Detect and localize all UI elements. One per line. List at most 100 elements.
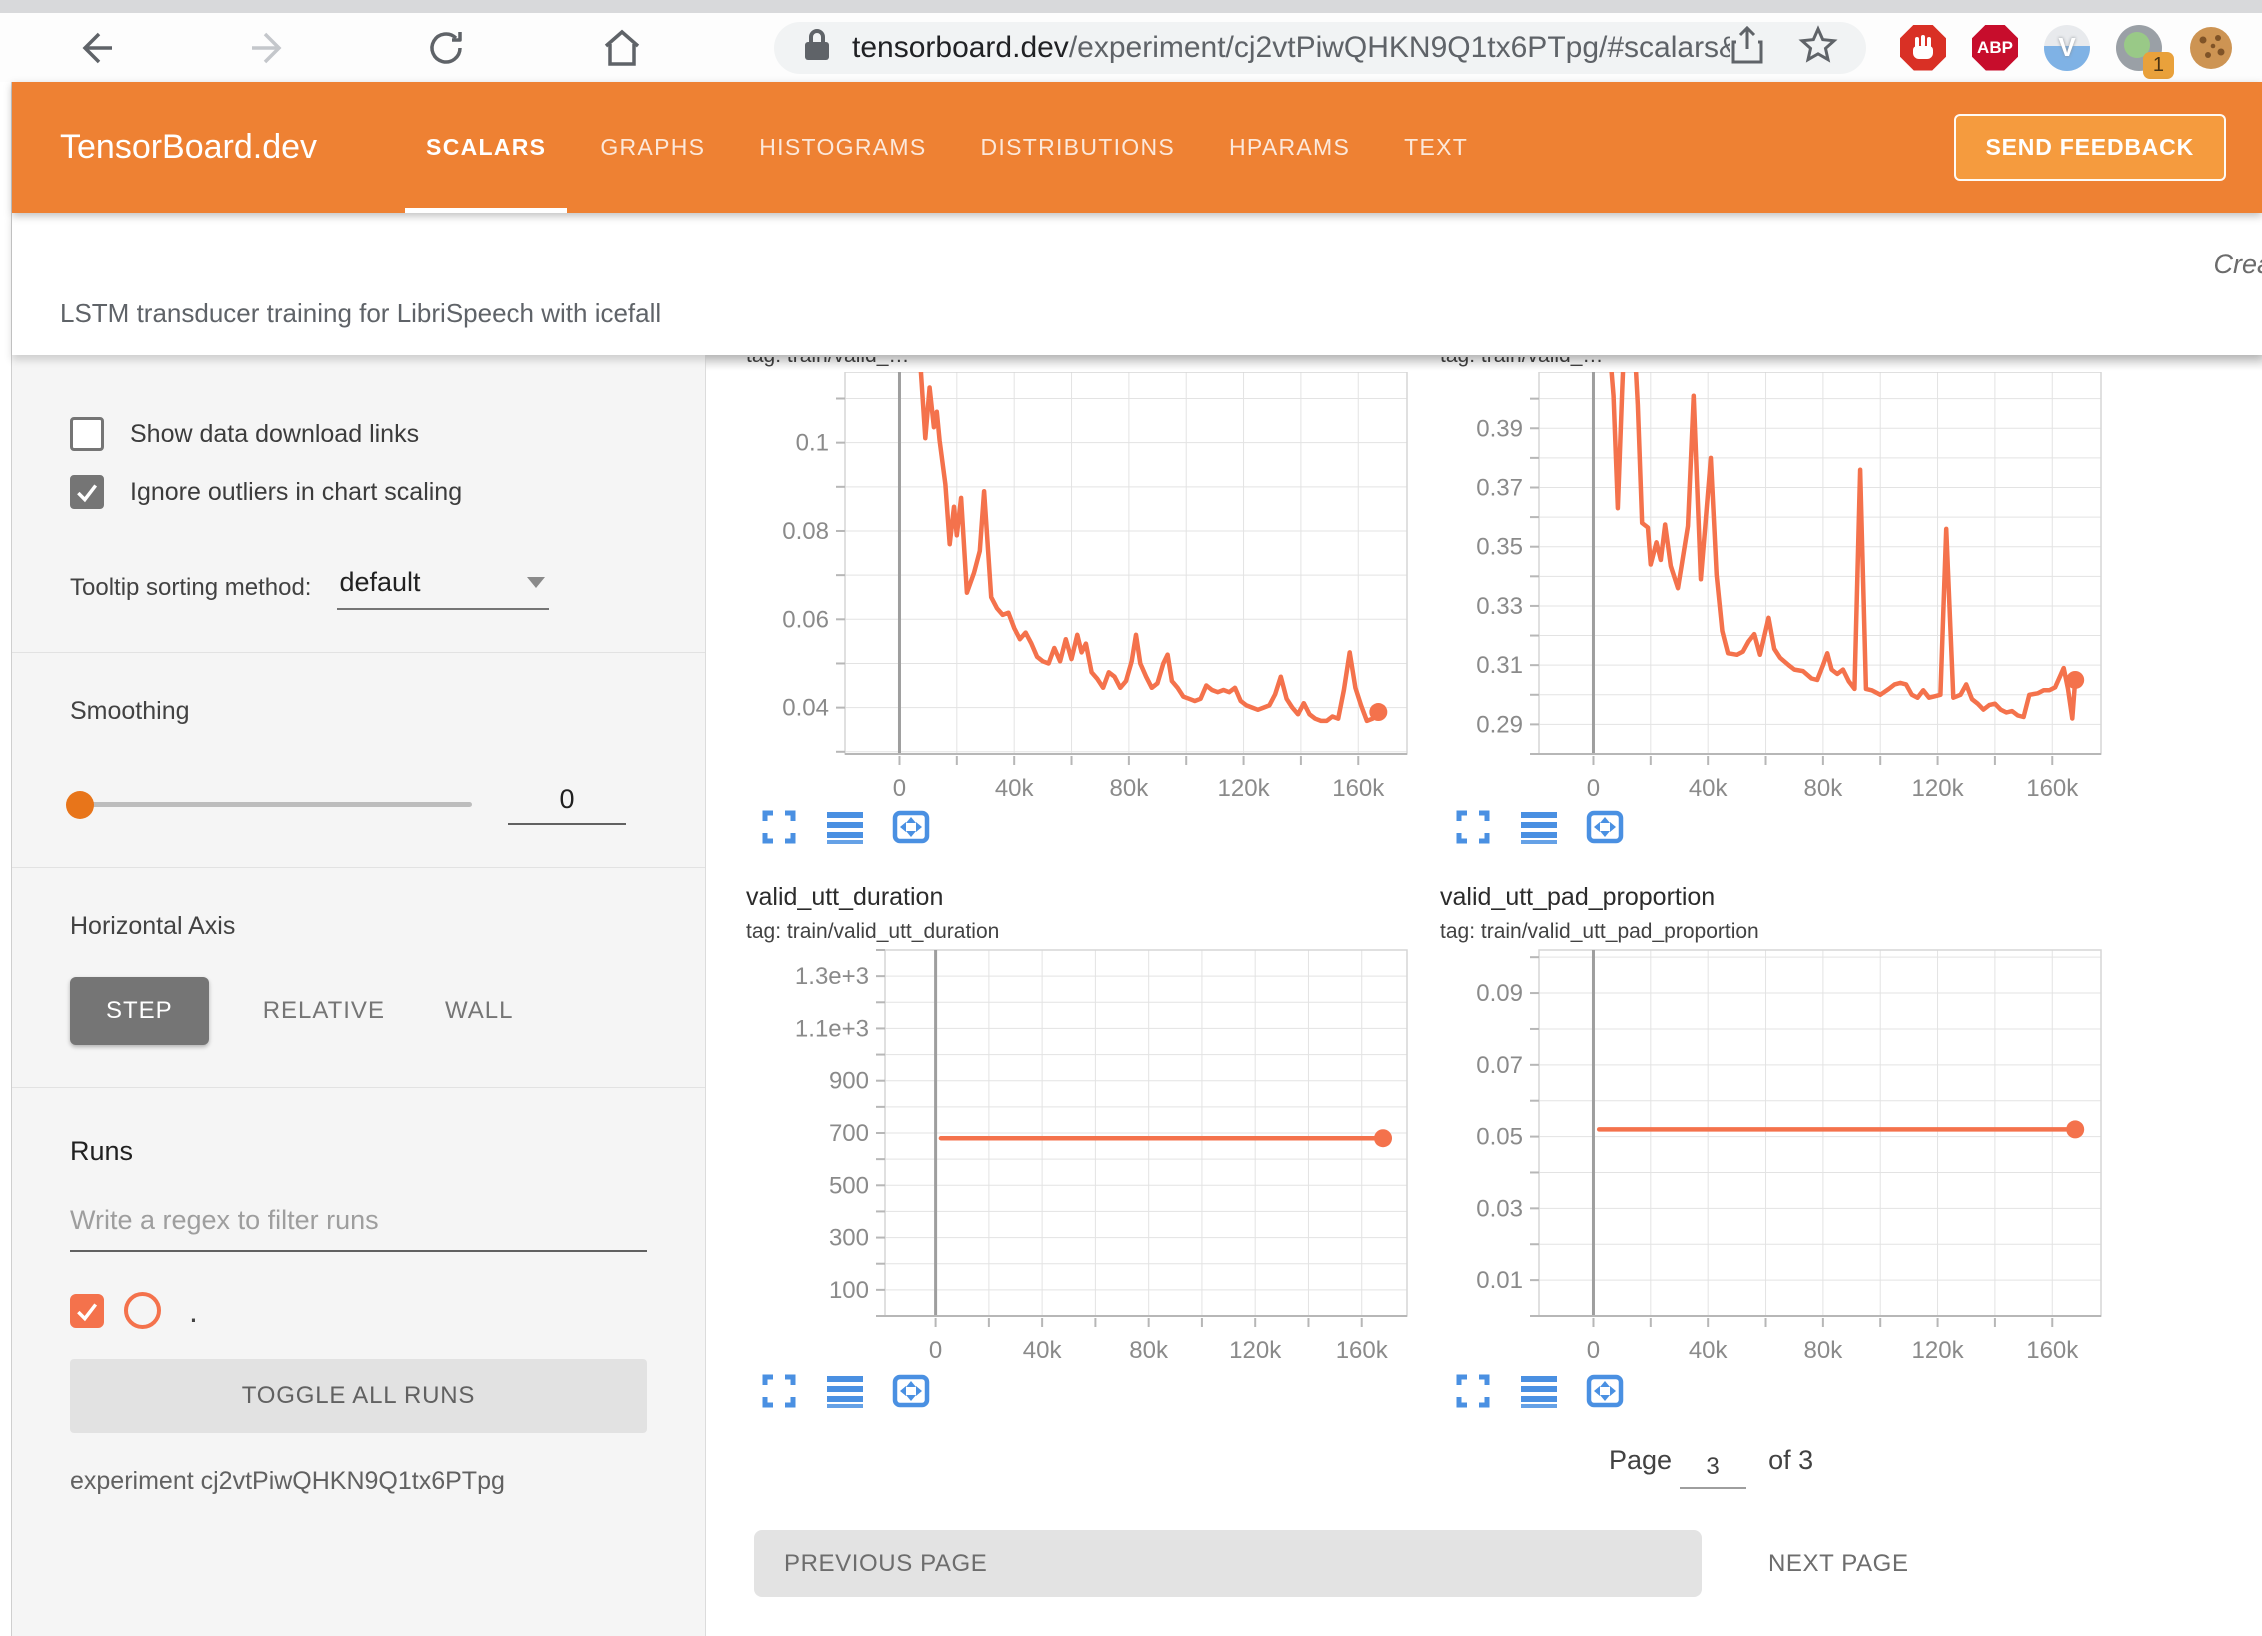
tab-hparams[interactable]: HPARAMS: [1202, 82, 1377, 213]
chart-card-top-right: tag: train/valid_… 0.290.310.330.350.370…: [1408, 357, 2102, 847]
axis-step-button[interactable]: STEP: [70, 977, 209, 1045]
chart-tag-clipped: tag: train/valid_…: [1408, 357, 2102, 372]
toggle-all-runs-button[interactable]: TOGGLE ALL RUNS: [70, 1359, 647, 1433]
home-button[interactable]: [598, 24, 646, 72]
svg-text:0.03: 0.03: [1476, 1195, 1523, 1222]
svg-text:80k: 80k: [1129, 1337, 1169, 1360]
tab-scalars[interactable]: SCALARS: [399, 82, 573, 213]
fit-domain-icon[interactable]: [1586, 1373, 1624, 1411]
abp-extension-icon[interactable]: ABP: [1972, 25, 2018, 71]
show-download-links-checkbox[interactable]: Show data download links: [70, 417, 647, 451]
runs-list-icon[interactable]: [1520, 1373, 1558, 1411]
svg-text:700: 700: [829, 1120, 869, 1147]
line-chart[interactable]: 1003005007009001.1e+31.3e+3040k80k120k16…: [714, 944, 1408, 1365]
svg-text:80k: 80k: [1804, 1337, 1844, 1360]
send-feedback-button[interactable]: SEND FEEDBACK: [1954, 114, 2226, 181]
blocker-extension-icon[interactable]: [1900, 25, 1946, 71]
tooltip-sorting-select[interactable]: default: [337, 567, 549, 610]
chart-toolbar: [714, 1373, 1408, 1411]
smoothing-value-input[interactable]: [508, 784, 626, 825]
browser-chrome: tensorboard.dev/experiment/cj2vtPiwQHKN9…: [0, 0, 2262, 82]
tab-text[interactable]: TEXT: [1377, 82, 1495, 213]
axis-wall-button[interactable]: WALL: [415, 977, 543, 1045]
cookie-extension-icon[interactable]: [2188, 25, 2234, 71]
svg-text:0.35: 0.35: [1476, 534, 1523, 561]
expand-chart-icon[interactable]: [760, 809, 798, 847]
reload-button[interactable]: [422, 24, 470, 72]
svg-text:120k: 120k: [1912, 1337, 1965, 1360]
previous-page-button[interactable]: PREVIOUS PAGE: [754, 1530, 1702, 1597]
back-button[interactable]: [70, 24, 118, 72]
extensions-row: ABP V 1: [1900, 25, 2234, 71]
experiment-id-label: experiment cj2vtPiwQHKN9Q1tx6PTpg: [70, 1467, 647, 1496]
bookmark-star-icon[interactable]: [1798, 25, 1838, 70]
fit-domain-icon[interactable]: [892, 1373, 930, 1411]
fit-domain-icon[interactable]: [892, 809, 930, 847]
axis-relative-button[interactable]: RELATIVE: [233, 977, 415, 1045]
lock-icon: [802, 28, 832, 67]
privacy-extension-icon[interactable]: 1: [2116, 25, 2162, 71]
checkbox-checked-icon: [70, 475, 104, 509]
svg-text:40k: 40k: [1689, 1337, 1729, 1360]
run-checkbox-checked-icon[interactable]: [70, 1294, 104, 1328]
chart-title: valid_utt_pad_proportion: [1408, 883, 2102, 912]
ignore-outliers-checkbox[interactable]: Ignore outliers in chart scaling: [70, 475, 647, 509]
expand-chart-icon[interactable]: [1454, 1373, 1492, 1411]
run-row: .: [70, 1292, 647, 1329]
tensorboard-header: TensorBoard.dev SCALARS GRAPHS HISTOGRAM…: [12, 82, 2262, 213]
svg-text:160k: 160k: [1332, 775, 1385, 796]
runs-list-icon[interactable]: [1520, 809, 1558, 847]
chart-tag: tag: train/valid_utt_pad_proportion: [1408, 920, 2102, 944]
expand-chart-icon[interactable]: [760, 1373, 798, 1411]
horizontal-axis-label: Horizontal Axis: [70, 912, 647, 941]
tab-graphs[interactable]: GRAPHS: [573, 82, 732, 213]
line-chart[interactable]: 0.290.310.330.350.370.39040k80k120k160k: [1408, 372, 2102, 801]
runs-filter-input[interactable]: [70, 1205, 647, 1252]
svg-text:40k: 40k: [995, 775, 1035, 796]
smoothing-slider[interactable]: [70, 802, 472, 807]
axis-mode-segmented: STEP RELATIVE WALL: [70, 977, 647, 1045]
next-page-button[interactable]: NEXT PAGE: [1768, 1550, 1909, 1578]
chart-toolbar: [1408, 809, 2102, 847]
expand-chart-icon[interactable]: [1454, 809, 1492, 847]
line-chart[interactable]: 0.010.030.050.070.09040k80k120k160k: [1408, 944, 2102, 1365]
checkbox-unchecked-icon: [70, 417, 104, 451]
chart-title: valid_utt_duration: [714, 883, 1408, 912]
chart-toolbar: [714, 809, 1408, 847]
runs-list-icon[interactable]: [826, 809, 864, 847]
forward-button[interactable]: [246, 24, 294, 72]
pager-buttons: PREVIOUS PAGE NEXT PAGE: [714, 1530, 2262, 1597]
svg-text:300: 300: [829, 1225, 869, 1252]
svg-text:40k: 40k: [1023, 1337, 1063, 1360]
tab-histograms[interactable]: HISTOGRAMS: [732, 82, 953, 213]
tab-distributions[interactable]: DISTRIBUTIONS: [953, 82, 1202, 213]
svg-text:120k: 120k: [1912, 775, 1965, 796]
svg-text:0: 0: [1587, 775, 1600, 796]
page-total-label: of 3: [1768, 1445, 1813, 1476]
chart-tag-clipped: tag: train/valid_…: [714, 357, 1408, 372]
svg-text:0.39: 0.39: [1476, 415, 1523, 442]
vimium-extension-icon[interactable]: V: [2044, 25, 2090, 71]
page-card: TensorBoard.dev SCALARS GRAPHS HISTOGRAM…: [11, 82, 2262, 1636]
window-strip: [0, 0, 2262, 13]
svg-text:0.06: 0.06: [782, 606, 829, 633]
run-color-circle-icon[interactable]: [124, 1292, 161, 1329]
svg-text:1.1e+3: 1.1e+3: [795, 1015, 869, 1042]
smoothing-label: Smoothing: [70, 697, 647, 726]
url-bar[interactable]: tensorboard.dev/experiment/cj2vtPiwQHKN9…: [774, 22, 1866, 74]
svg-text:0.05: 0.05: [1476, 1124, 1523, 1151]
svg-text:0: 0: [1587, 1337, 1600, 1360]
line-chart[interactable]: 0.040.060.080.1040k80k120k160k: [714, 372, 1408, 801]
svg-text:80k: 80k: [1804, 775, 1844, 796]
share-icon[interactable]: [1730, 25, 1764, 70]
svg-text:0.31: 0.31: [1476, 652, 1523, 679]
svg-text:0.37: 0.37: [1476, 474, 1523, 501]
runs-list-icon[interactable]: [826, 1373, 864, 1411]
fit-domain-icon[interactable]: [1586, 809, 1624, 847]
page-number-input[interactable]: [1680, 1453, 1746, 1489]
svg-text:0: 0: [929, 1337, 942, 1360]
svg-text:900: 900: [829, 1068, 869, 1095]
chart-row-bottom: valid_utt_duration tag: train/valid_utt_…: [714, 865, 2262, 1411]
divider: [12, 867, 705, 868]
slider-thumb[interactable]: [66, 791, 94, 819]
